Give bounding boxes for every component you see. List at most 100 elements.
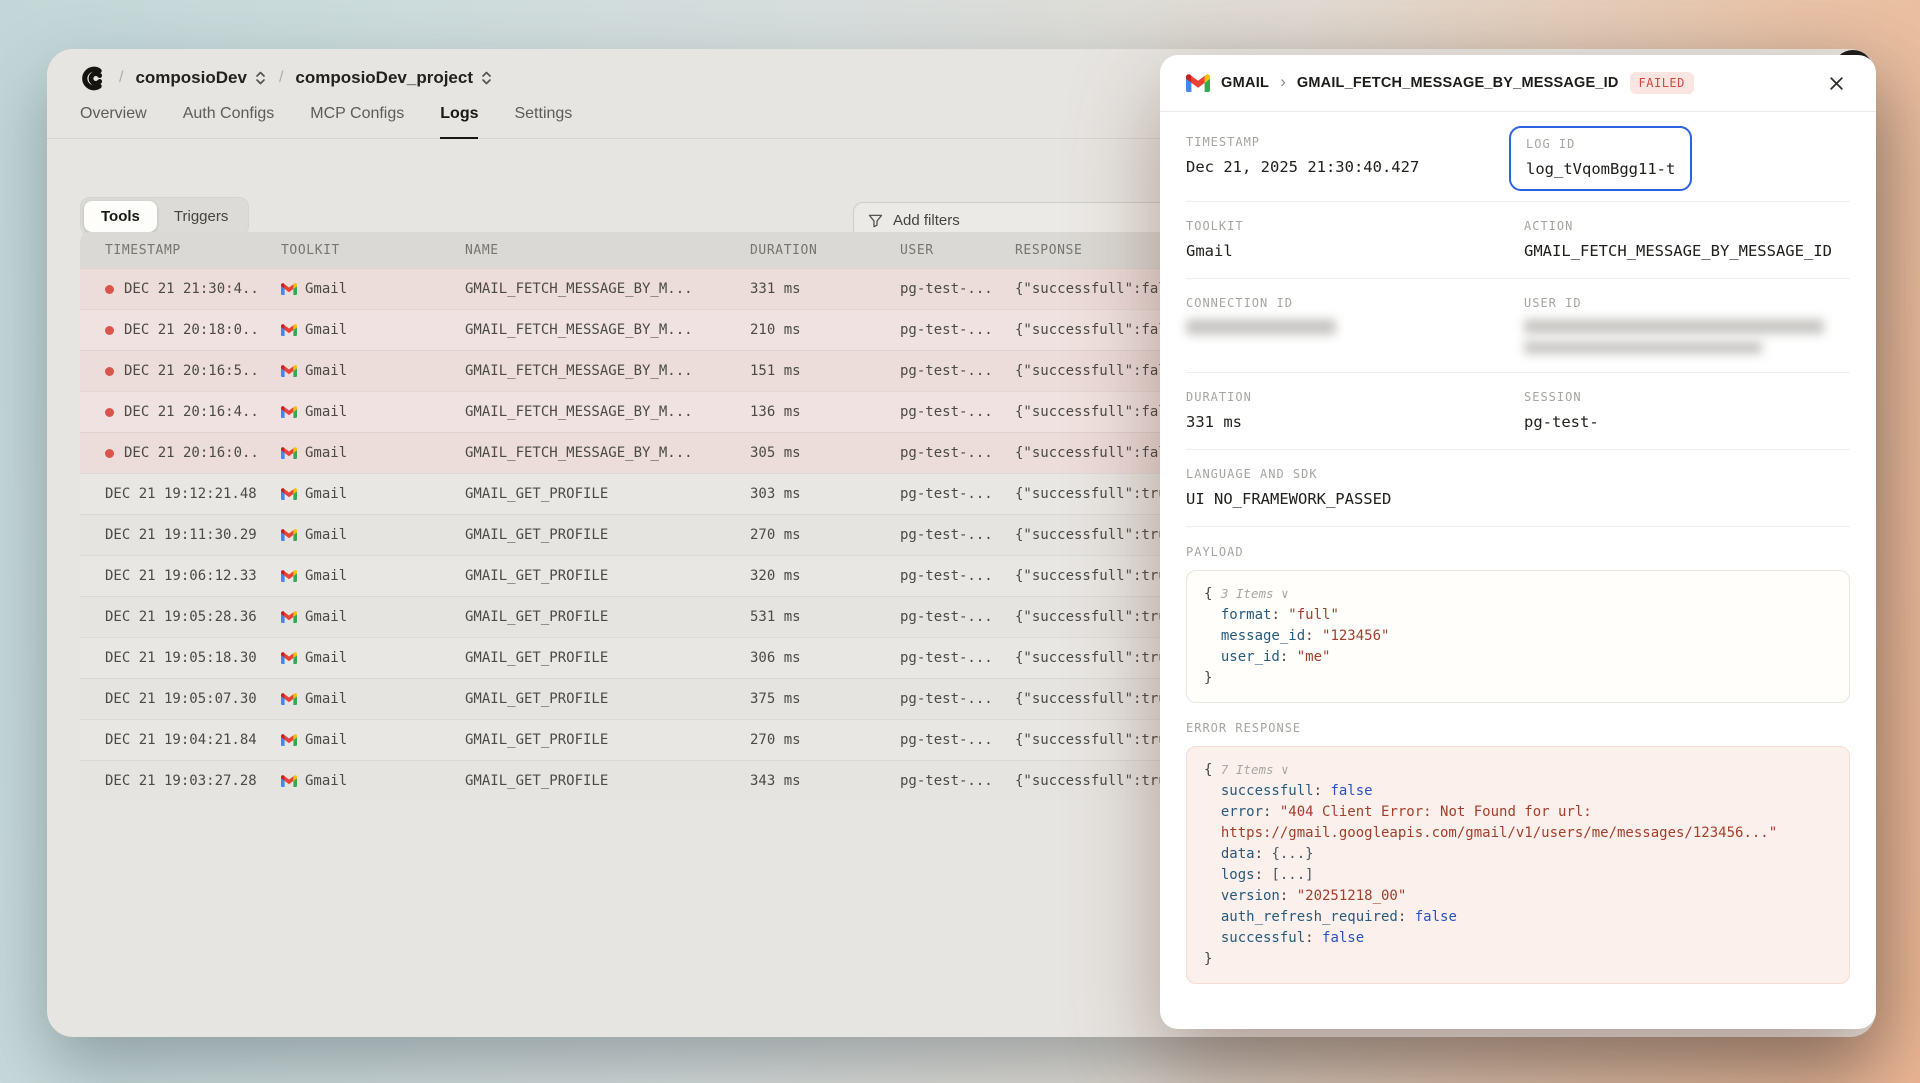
code-line: user_id: "me"	[1204, 647, 1832, 668]
chevron-up-down-icon	[254, 70, 267, 86]
toolkit-label: Gmail	[305, 650, 347, 666]
field-user-id: USER ID	[1524, 296, 1850, 354]
breadcrumb-org-selector[interactable]: composioDev	[135, 68, 266, 88]
field-value: Dec 21, 2025 21:30:40.427	[1186, 158, 1524, 176]
table-row[interactable]: DEC 21 19:05:28.36GmailGMAIL_GET_PROFILE…	[80, 596, 1260, 637]
table-row[interactable]: DEC 21 19:03:27.28GmailGMAIL_GET_PROFILE…	[80, 760, 1260, 801]
table-row[interactable]: DEC 21 19:04:21.84GmailGMAIL_GET_PROFILE…	[80, 719, 1260, 760]
gmail-icon	[281, 652, 297, 664]
cell-name: GMAIL_FETCH_MESSAGE_BY_M...	[465, 322, 750, 338]
table-row[interactable]: DEC 21 20:18:0.. Gmail GMAIL_FETCH_MESSAGE…	[80, 309, 1260, 350]
code-line: { 7 Items ∨	[1204, 760, 1832, 781]
field-row-timestamp-logid: TIMESTAMP Dec 21, 2025 21:30:40.427 LOG …	[1186, 118, 1850, 202]
cell-user: pg-test-...	[900, 281, 1015, 297]
payload-json-box: { 3 Items ∨ format: "full" message_id: "…	[1186, 570, 1850, 703]
field-value: 331 ms	[1186, 413, 1524, 431]
table-row[interactable]: DEC 21 19:05:18.30GmailGMAIL_GET_PROFILE…	[80, 637, 1260, 678]
redacted-connection-id	[1186, 319, 1336, 335]
tab-overview[interactable]: Overview	[80, 105, 147, 138]
close-icon	[1829, 76, 1844, 91]
segment-triggers-button[interactable]: Triggers	[157, 201, 245, 232]
field-value: Gmail	[1186, 242, 1524, 260]
breadcrumb-separator: /	[279, 69, 283, 87]
cell-timestamp: DEC 21 19:05:18.30	[80, 650, 281, 666]
toolkit-label: Gmail	[305, 527, 347, 543]
table-row[interactable]: DEC 21 19:06:12.33GmailGMAIL_GET_PROFILE…	[80, 555, 1260, 596]
tab-settings[interactable]: Settings	[514, 105, 572, 138]
cell-duration: 306 ms	[750, 650, 900, 666]
segment-tools-button[interactable]: Tools	[84, 201, 157, 232]
chevron-right-icon: ›	[1280, 72, 1286, 92]
breadcrumb-project-selector[interactable]: composioDev_project	[295, 68, 493, 88]
cell-duration: 531 ms	[750, 609, 900, 625]
error-response-section-label: ERROR RESPONSE	[1186, 721, 1850, 735]
gmail-icon	[281, 406, 297, 418]
column-header-duration: DURATION	[750, 243, 900, 258]
cell-user: pg-test-...	[900, 609, 1015, 625]
tab-logs[interactable]: Logs	[440, 105, 478, 139]
gmail-icon	[281, 570, 297, 582]
column-header-toolkit: TOOLKIT	[281, 243, 465, 258]
code-line: successful: false	[1204, 928, 1832, 949]
cell-user: pg-test-...	[900, 691, 1015, 707]
detail-toolkit-name: GMAIL	[1221, 75, 1269, 91]
column-header-timestamp: TIMESTAMP	[80, 243, 281, 258]
field-value: UI NO_FRAMEWORK_PASSED	[1186, 490, 1850, 508]
cell-timestamp: DEC 21 20:16:5..	[80, 363, 281, 379]
field-row-duration-session: DURATION 331 ms SESSION pg-test-	[1186, 373, 1850, 450]
cell-timestamp: DEC 21 19:06:12.33	[80, 568, 281, 584]
breadcrumb-project-label: composioDev_project	[295, 68, 473, 88]
cell-timestamp: DEC 21 19:05:07.30	[80, 691, 281, 707]
code-line: auth_refresh_required: false	[1204, 907, 1832, 928]
log-detail-panel: GMAIL › GMAIL_FETCH_MESSAGE_BY_MESSAGE_I…	[1160, 55, 1876, 1029]
cell-name: GMAIL_GET_PROFILE	[465, 773, 750, 789]
code-line: logs: [...]	[1204, 865, 1832, 886]
cell-duration: 151 ms	[750, 363, 900, 379]
toolkit-label: Gmail	[305, 486, 347, 502]
cell-toolkit: Gmail	[281, 322, 465, 338]
cell-duration: 270 ms	[750, 732, 900, 748]
failed-status-dot-icon	[105, 285, 114, 294]
cell-toolkit: Gmail	[281, 527, 465, 543]
close-panel-button[interactable]	[1822, 69, 1850, 97]
table-row[interactable]: DEC 21 20:16:5..GmailGMAIL_FETCH_MESSAGE…	[80, 350, 1260, 391]
cell-timestamp: DEC 21 19:04:21.84	[80, 732, 281, 748]
cell-duration: 343 ms	[750, 773, 900, 789]
table-row[interactable]: DEC 21 19:12:21.48GmailGMAIL_GET_PROFILE…	[80, 473, 1260, 514]
table-row[interactable]: DEC 21 21:30:4..GmailGMAIL_FETCH_MESSAGE…	[80, 268, 1260, 309]
field-label: LANGUAGE AND SDK	[1186, 467, 1850, 481]
cell-toolkit: Gmail	[281, 609, 465, 625]
failed-status-dot-icon	[105, 367, 114, 376]
cell-name: GMAIL_GET_PROFILE	[465, 691, 750, 707]
cell-duration: 320 ms	[750, 568, 900, 584]
cell-user: pg-test-...	[900, 527, 1015, 543]
field-session: SESSION pg-test-	[1524, 390, 1850, 431]
column-header-user: USER	[900, 243, 1015, 258]
redacted-user-id	[1524, 319, 1824, 334]
field-value: log_tVqomBgg11-t	[1526, 160, 1675, 178]
field-value: GMAIL_FETCH_MESSAGE_BY_MESSAGE_ID	[1524, 242, 1850, 260]
code-line: error: "404 Client Error: Not Found for …	[1204, 802, 1832, 823]
table-row[interactable]: DEC 21 19:11:30.29GmailGMAIL_GET_PROFILE…	[80, 514, 1260, 555]
toolkit-label: Gmail	[305, 322, 347, 338]
cell-timestamp: DEC 21 20:18:0..	[80, 322, 281, 338]
error-response-json-box: { 7 Items ∨ successfull: false error: "4…	[1186, 746, 1850, 984]
logs-toolbar: Tools Triggers	[80, 197, 249, 236]
field-log-id: LOG ID log_tVqomBgg11-t	[1524, 135, 1850, 183]
cell-name: GMAIL_GET_PROFILE	[465, 527, 750, 543]
payload-section-label: PAYLOAD	[1186, 545, 1850, 559]
table-row[interactable]: DEC 21 19:05:07.30GmailGMAIL_GET_PROFILE…	[80, 678, 1260, 719]
field-value: pg-test-	[1524, 413, 1850, 431]
field-label: USER ID	[1524, 296, 1850, 310]
tab-mcp-configs[interactable]: MCP Configs	[310, 105, 404, 138]
field-toolkit: TOOLKIT Gmail	[1186, 219, 1524, 260]
table-row[interactable]: DEC 21 20:16:4..GmailGMAIL_FETCH_MESSAGE…	[80, 391, 1260, 432]
breadcrumb-separator: /	[119, 69, 123, 87]
field-row-language-sdk: LANGUAGE AND SDK UI NO_FRAMEWORK_PASSED	[1186, 450, 1850, 527]
cell-name: GMAIL_FETCH_MESSAGE_BY_M...	[465, 281, 750, 297]
cell-toolkit: Gmail	[281, 691, 465, 707]
toolkit-label: Gmail	[305, 404, 347, 420]
tab-auth-configs[interactable]: Auth Configs	[183, 105, 275, 138]
table-row[interactable]: DEC 21 20:16:0..GmailGMAIL_FETCH_MESSAGE…	[80, 432, 1260, 473]
code-line: data: {...}	[1204, 844, 1832, 865]
